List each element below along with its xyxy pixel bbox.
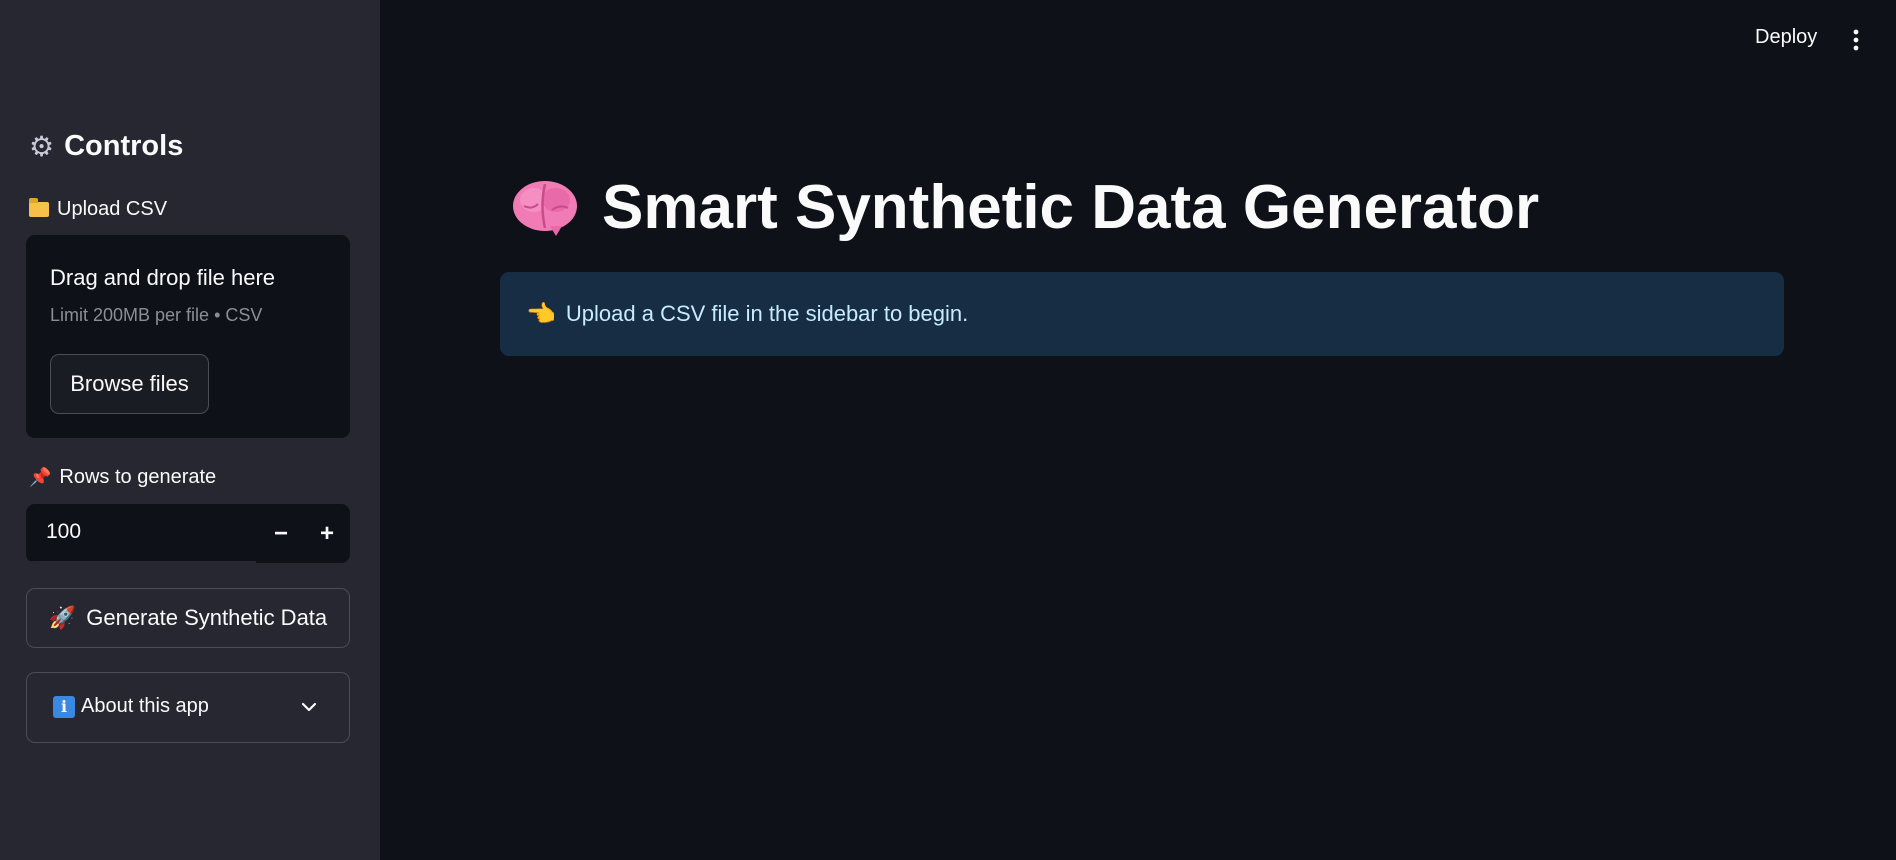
deploy-button[interactable]: Deploy	[1755, 26, 1817, 49]
browse-files-button[interactable]: Browse files	[50, 354, 209, 414]
dropzone-limit-text: Limit 200MB per file • CSV	[50, 305, 263, 325]
brain-icon	[513, 180, 577, 236]
generate-synthetic-data-button[interactable]: 🚀 Generate Synthetic Data	[26, 588, 350, 648]
input-underline	[26, 561, 256, 563]
kebab-menu-icon[interactable]	[1846, 28, 1866, 52]
pointing-hand-icon: 👈	[526, 300, 556, 328]
dropzone-title: Drag and drop file here	[50, 265, 276, 290]
pushpin-icon: 📌	[29, 467, 52, 488]
info-icon: i	[53, 695, 75, 718]
about-expander-label: About this app	[81, 695, 209, 717]
page-title-text: Smart Synthetic Data Generator	[602, 173, 1540, 242]
about-expander[interactable]: i About this app	[26, 672, 350, 743]
sidebar: ⚙ Controls Upload CSV Drag and drop file…	[0, 0, 380, 860]
sidebar-title-text: Controls	[64, 130, 184, 162]
sidebar-title: ⚙ Controls	[29, 130, 183, 163]
upload-csv-label-text: Upload CSV	[57, 198, 168, 220]
increment-button[interactable]: +	[304, 504, 350, 563]
rows-input-value[interactable]: 100	[46, 520, 81, 544]
rows-to-generate-label-text: Rows to generate	[59, 466, 217, 488]
generate-button-label: Generate Synthetic Data	[86, 605, 328, 630]
folder-icon	[29, 198, 49, 217]
rows-to-generate-label: 📌 Rows to generate	[29, 466, 216, 489]
rows-number-input: 100 − +	[26, 504, 350, 563]
chevron-down-icon	[301, 702, 317, 712]
upload-csv-label: Upload CSV	[29, 198, 167, 221]
about-expander-header: i About this app	[53, 695, 209, 718]
app-root: ⚙ Controls Upload CSV Drag and drop file…	[0, 0, 1896, 860]
info-alert-text: Upload a CSV file in the sidebar to begi…	[565, 301, 969, 326]
page-title: Smart Synthetic Data Generator	[510, 172, 1539, 243]
gear-icon: ⚙	[29, 130, 55, 163]
info-alert: 👈 Upload a CSV file in the sidebar to be…	[500, 272, 1784, 356]
rocket-icon: 🚀	[48, 605, 77, 631]
decrement-button[interactable]: −	[258, 504, 304, 563]
file-dropzone[interactable]: Drag and drop file here Limit 200MB per …	[26, 235, 350, 438]
info-alert-content: 👈 Upload a CSV file in the sidebar to be…	[526, 300, 968, 328]
